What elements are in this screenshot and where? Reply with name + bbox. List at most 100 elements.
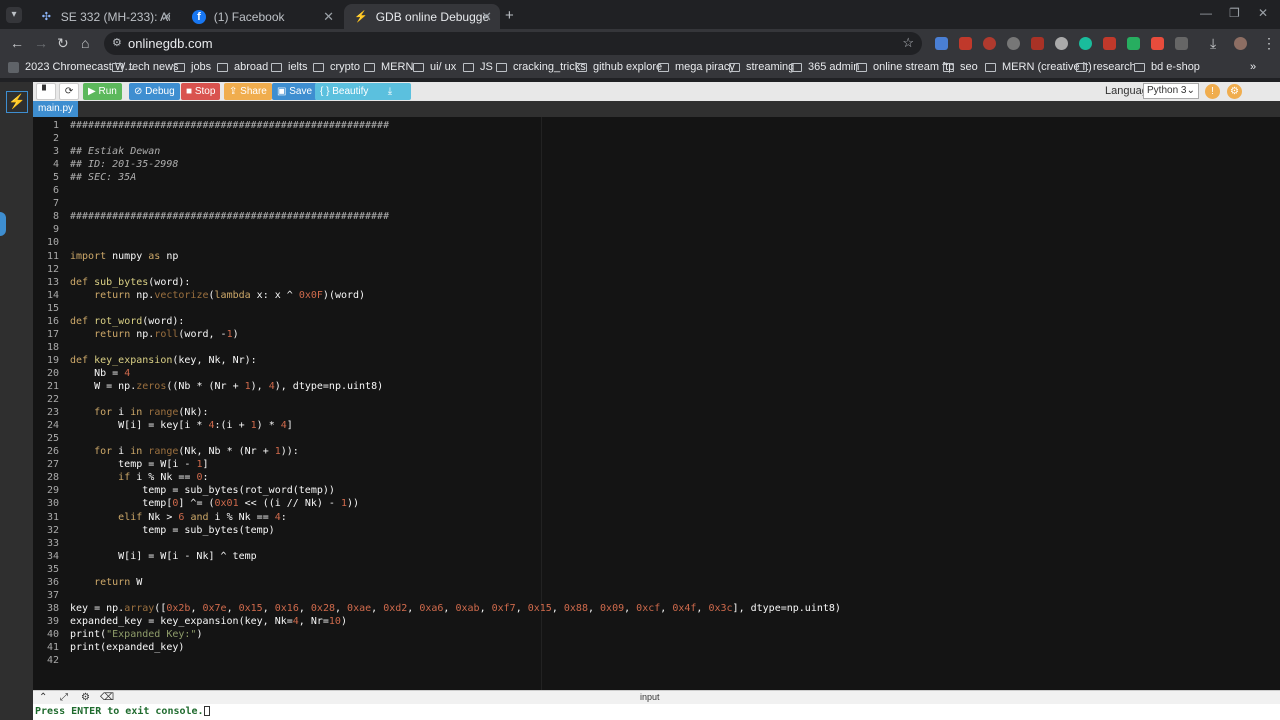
bookmarks-overflow-icon[interactable]: » xyxy=(1250,61,1256,73)
extension-icon[interactable] xyxy=(983,37,996,50)
extension-icon[interactable] xyxy=(1151,37,1164,50)
bookmark-folder[interactable]: research xyxy=(1076,61,1136,73)
code-line[interactable]: def key_expansion(key, Nk, Nr): xyxy=(70,355,257,366)
run-button[interactable]: ▶ Run xyxy=(83,83,122,100)
new-file-icon[interactable]: ▘ xyxy=(36,83,56,100)
expand-up-icon[interactable]: ⌃ xyxy=(39,692,47,703)
extension-icon[interactable] xyxy=(1103,37,1116,50)
browser-tab-gdb[interactable]: ⚡ GDB online Debugger | Compil ✕ xyxy=(344,4,500,29)
browser-tab-assignment[interactable]: ✣ SE 332 (MH-233): Assignment o ✕ xyxy=(30,4,180,29)
onlinegdb-logo[interactable]: ⚡ xyxy=(6,91,28,113)
new-tab-icon[interactable]: + xyxy=(505,7,514,24)
bookmark-folder[interactable]: JS xyxy=(463,61,493,73)
extension-icon[interactable] xyxy=(959,37,972,50)
settings-gear-icon[interactable]: ⚙ xyxy=(1227,84,1242,99)
bookmark-star-icon[interactable]: ☆ xyxy=(902,35,914,51)
code-line[interactable]: temp = sub_bytes(temp) xyxy=(70,525,274,536)
code-line[interactable]: for i in range(Nk, Nb * (Nr + 1)): xyxy=(70,446,299,457)
bookmark-folder[interactable]: seo xyxy=(943,61,978,73)
bookmark-folder[interactable]: streaming xyxy=(729,61,794,73)
file-tab-main-py[interactable]: main.py xyxy=(33,101,79,117)
code-line[interactable]: ## SEC: 35A xyxy=(70,172,136,183)
code-editor[interactable]: 1 2 3 4 5 6 7 8 9 10 11 12 13 14 15 16 17 18 19 20 21 22 23 24 2… xyxy=(33,117,1280,690)
code-line[interactable]: return np.vectorize(lambda x: x ^ 0x0F)(… xyxy=(70,290,365,301)
console-output[interactable]: Press ENTER to exit console. xyxy=(33,704,1280,720)
extension-icon[interactable] xyxy=(935,37,948,50)
code-line[interactable]: ########################################… xyxy=(70,120,389,131)
browser-tab-facebook[interactable]: f (1) Facebook ✕ xyxy=(182,4,342,29)
download-icon[interactable]: ⤓ xyxy=(1210,35,1216,52)
tab-search-icon[interactable]: ▾ xyxy=(6,7,22,23)
resize-icon[interactable]: ⤢ xyxy=(60,692,68,703)
window-close-icon[interactable]: ✕ xyxy=(1258,6,1268,20)
info-icon[interactable]: ! xyxy=(1205,84,1220,99)
extension-icon[interactable] xyxy=(1079,37,1092,50)
forward-icon[interactable]: → xyxy=(34,35,48,51)
language-select[interactable]: Python 3 ⌄ xyxy=(1143,83,1199,99)
share-button[interactable]: ⇪ Share xyxy=(224,83,272,100)
extension-icon[interactable] xyxy=(1055,37,1068,50)
code-line[interactable]: W[i] = key[i * 4:(i + 1) * 4] xyxy=(70,420,293,431)
code-line[interactable]: expanded_key = key_expansion(key, Nk=4, … xyxy=(70,616,347,627)
extension-icon[interactable] xyxy=(1031,37,1044,50)
code-line[interactable]: ## ID: 201-35-2998 xyxy=(70,159,178,170)
minimize-icon[interactable]: — xyxy=(1200,6,1212,20)
code-line[interactable]: import numpy as np xyxy=(70,251,178,262)
code-line[interactable]: key = np.array([0x2b, 0x7e, 0x15, 0x16, … xyxy=(70,603,841,614)
gear-icon[interactable]: ⚙ xyxy=(81,692,90,703)
code-line[interactable]: ## Estiak Dewan xyxy=(70,146,160,157)
code-line[interactable]: return W xyxy=(70,577,142,588)
code-line[interactable]: def sub_bytes(word): xyxy=(70,277,190,288)
stop-button[interactable]: ■ Stop xyxy=(181,83,221,100)
bookmark-folder[interactable]: MERN xyxy=(364,61,413,73)
bookmark-folder[interactable]: bd e-shop xyxy=(1134,61,1200,73)
url-text[interactable]: onlinegdb.com xyxy=(128,36,213,51)
code-line[interactable]: print(expanded_key) xyxy=(70,642,184,653)
sidebar-toggle[interactable] xyxy=(0,212,6,236)
code-line[interactable]: Nb = 4 xyxy=(70,368,130,379)
bookmark-folder[interactable]: jobs xyxy=(174,61,211,73)
restore-icon[interactable]: ❐ xyxy=(1229,6,1240,20)
code-line[interactable]: temp = W[i - 1] xyxy=(70,459,208,470)
code-line[interactable]: ########################################… xyxy=(70,211,389,222)
close-icon[interactable]: ✕ xyxy=(161,9,172,25)
extensions-puzzle-icon[interactable] xyxy=(1175,37,1188,50)
code-line[interactable]: print("Expanded Key:") xyxy=(70,629,202,640)
profile-avatar[interactable] xyxy=(1234,37,1247,50)
code-line[interactable]: temp[0] ^= (0x01 << ((i // Nk) - 1)) xyxy=(70,498,359,509)
download-button[interactable]: ⤓ xyxy=(369,83,411,100)
code-line[interactable]: W = np.zeros((Nb * (Nr + 1), 4), dtype=n… xyxy=(70,381,383,392)
extension-icon[interactable] xyxy=(1007,37,1020,50)
upload-icon[interactable]: ⟳ xyxy=(59,83,79,100)
address-bar[interactable]: ⚙ onlinegdb.com ☆ xyxy=(104,32,922,55)
code-line[interactable]: if i % Nk == 0: xyxy=(70,472,208,483)
bookmark-folder[interactable]: github explore xyxy=(576,61,662,73)
close-icon[interactable]: ✕ xyxy=(481,9,492,25)
bookmark-folder[interactable]: tech news xyxy=(112,61,179,73)
back-icon[interactable]: ← xyxy=(10,35,24,51)
code-line[interactable]: elif Nk > 6 and i % Nk == 4: xyxy=(70,512,287,523)
extension-icon[interactable] xyxy=(1127,37,1140,50)
code-line[interactable]: temp = sub_bytes(rot_word(temp)) xyxy=(70,485,335,496)
code-line[interactable]: for i in range(Nk): xyxy=(70,407,208,418)
bookmark-folder[interactable]: abroad xyxy=(217,61,268,73)
close-icon[interactable]: ✕ xyxy=(323,9,334,25)
home-icon[interactable]: ⌂ xyxy=(81,35,89,51)
code-line[interactable]: def rot_word(word): xyxy=(70,316,184,327)
save-button[interactable]: ▣ Save xyxy=(272,83,318,100)
debug-button[interactable]: ⊘ Debug xyxy=(129,83,180,100)
bookmark-folder[interactable]: online stream ftp xyxy=(856,61,954,73)
bookmark-folder[interactable]: mega piracy xyxy=(658,61,735,73)
bookmark-folder[interactable]: ui/ ux xyxy=(413,61,456,73)
bookmark-folder[interactable]: ielts xyxy=(271,61,308,73)
clear-icon[interactable]: ⌫ xyxy=(100,692,114,703)
site-info-icon[interactable]: ⚙ xyxy=(112,36,122,49)
code-line[interactable]: W[i] = W[i - Nk] ^ temp xyxy=(70,551,256,562)
code-line[interactable]: return np.roll(word, -1) xyxy=(70,329,239,340)
menu-kebab-icon[interactable]: ⋮ xyxy=(1262,35,1276,52)
bookmark-folder[interactable]: crypto xyxy=(313,61,360,73)
bookmark-folder[interactable]: cracking_tricks xyxy=(496,61,586,73)
beautify-button[interactable]: { } Beautify xyxy=(315,83,374,100)
reload-icon[interactable]: ↻ xyxy=(57,35,69,52)
bookmark-folder[interactable]: 365 admin xyxy=(791,61,859,73)
